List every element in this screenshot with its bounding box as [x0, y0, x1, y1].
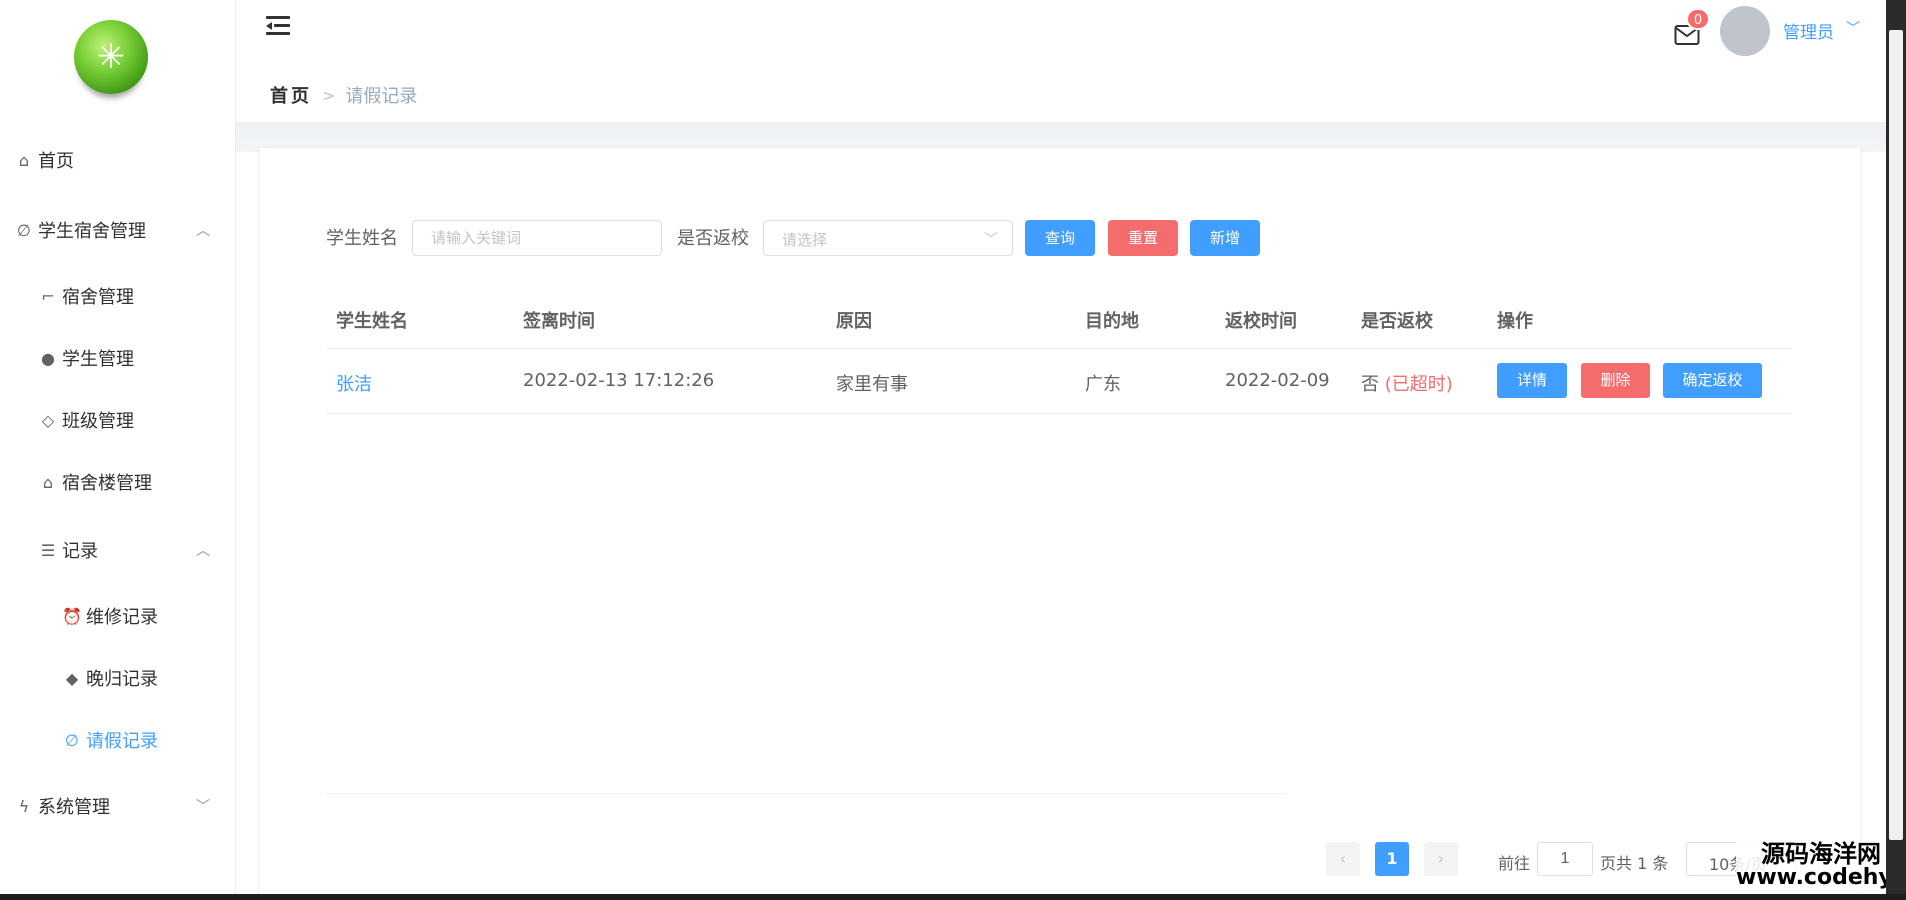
column-header: 签离时间: [523, 311, 595, 332]
column-header: 操作: [1497, 311, 1533, 332]
student-name-input[interactable]: [412, 220, 662, 256]
sidebar-item-home[interactable]: ⌂ 首页: [0, 140, 236, 180]
sidebar-item-label: 宿舍楼管理: [62, 473, 152, 494]
sidebar-item-system[interactable]: ϟ 系统管理 ﹀: [0, 786, 236, 826]
returned-select-placeholder: 请选择: [782, 231, 828, 249]
alarm-clock-icon: ⏰: [62, 606, 82, 626]
reason-cell: 家里有事: [836, 374, 908, 395]
sidebar-item-late-records[interactable]: ◆ 晚归记录: [0, 658, 236, 698]
chevron-up-icon: ︿: [196, 223, 210, 239]
goto-label: 前往: [1498, 854, 1531, 873]
app-logo: ✳: [74, 20, 148, 94]
home-icon: ⌂: [18, 150, 30, 170]
window-scrollbar-thumb[interactable]: [1889, 30, 1903, 840]
lightning-icon: ϟ: [18, 796, 30, 816]
notification-badge: 0: [1686, 8, 1710, 30]
sidebar-item-repair-records[interactable]: ⏰ 维修记录: [0, 596, 236, 636]
column-header: 是否返校: [1361, 311, 1433, 332]
sidebar-item-label: 宿舍管理: [62, 287, 134, 308]
watermark-line1: 源码海洋网: [1761, 840, 1881, 868]
detail-button[interactable]: 详情: [1497, 363, 1567, 398]
overtime-status: (已超时): [1384, 374, 1453, 395]
leave-time-cell: 2022-02-13 17:12:26: [523, 370, 715, 391]
sidebar-item-label: 学生宿舍管理: [38, 221, 146, 242]
sidebar-item-records[interactable]: ☰ 记录 ︿: [0, 530, 236, 570]
bottom-edge: [0, 894, 1906, 900]
document-icon: ☰: [40, 540, 56, 560]
reset-button[interactable]: 重置: [1108, 220, 1178, 256]
table-header-divider: [326, 348, 1792, 349]
sidebar-item-label: 学生管理: [62, 349, 134, 370]
crop-icon: ⌐: [41, 286, 55, 306]
paperclip-icon: ∅: [65, 730, 79, 750]
column-header: 学生姓名: [336, 311, 408, 332]
sidebar: ✳ ⌂ 首页 ∅ 学生宿舍管理 ︿ ⌐ 宿舍管理 ● 学生管理 ◇ 班级管理 ⌂…: [0, 0, 236, 900]
confirm-return-button[interactable]: 确定返校: [1663, 363, 1762, 398]
return-time-cell: 2022-02-09: [1225, 370, 1330, 391]
goto-page-input[interactable]: [1537, 842, 1593, 876]
column-header: 原因: [836, 311, 872, 332]
chevron-down-icon: ﹀: [196, 799, 210, 815]
column-header: 返校时间: [1225, 311, 1297, 332]
content-card: [260, 148, 1860, 900]
chevron-up-icon: ︿: [196, 543, 210, 559]
user-name-dropdown[interactable]: 管理员: [1783, 18, 1834, 43]
returned-value: 否: [1361, 374, 1379, 395]
column-header: 目的地: [1085, 311, 1139, 332]
sidebar-item-students[interactable]: ● 学生管理: [0, 338, 236, 378]
delete-button[interactable]: 删除: [1581, 363, 1650, 398]
sidebar-item-label: 首页: [38, 151, 74, 172]
prev-page-button[interactable]: ‹: [1326, 842, 1360, 876]
watermark: 源码海洋网 www.codehy.com: [1736, 842, 1906, 890]
avatar[interactable]: [1720, 6, 1770, 56]
returned-label: 是否返校: [677, 228, 749, 249]
returned-select[interactable]: 请选择 ﹀: [763, 220, 1013, 256]
sidebar-item-label: 晚归记录: [86, 669, 158, 690]
breadcrumb-home[interactable]: 首页: [270, 82, 312, 108]
paperclip-icon: ∅: [17, 220, 31, 240]
breadcrumb: 首页 > 请假记录: [270, 82, 417, 108]
sidebar-item-buildings[interactable]: ⌂ 宿舍楼管理: [0, 462, 236, 502]
chevron-right-icon: >: [322, 85, 336, 105]
layers-icon: ◇: [41, 410, 55, 430]
sidebar-item-label: 维修记录: [86, 607, 158, 628]
destination-cell: 广东: [1085, 374, 1121, 395]
next-page-button[interactable]: ›: [1424, 842, 1458, 876]
table-scroll-divider: [326, 793, 1286, 794]
sidebar-item-dorms[interactable]: ⌐ 宿舍管理: [0, 276, 236, 316]
chevron-down-icon: ﹀: [984, 232, 998, 248]
breadcrumb-current: 请假记录: [345, 86, 418, 107]
sidebar-item-label: 记录: [62, 541, 98, 562]
table-row-divider: [326, 413, 1792, 414]
watermark-line2: www.codehy.com: [1736, 865, 1906, 890]
student-name-label: 学生姓名: [326, 228, 398, 249]
query-button[interactable]: 查询: [1025, 220, 1095, 256]
sidebar-item-leave-records[interactable]: ∅ 请假记录: [0, 720, 236, 760]
total-label: 页共 1 条: [1600, 854, 1669, 873]
tag-icon: ◆: [65, 668, 79, 688]
sidebar-item-label: 系统管理: [38, 797, 110, 818]
sidebar-item-label: 请假记录: [86, 731, 158, 752]
sidebar-item-dorm-management[interactable]: ∅ 学生宿舍管理 ︿: [0, 210, 236, 250]
user-icon: ●: [41, 348, 55, 368]
sidebar-item-label: 班级管理: [62, 411, 134, 432]
menu-toggle-icon[interactable]: [266, 14, 292, 38]
returned-cell: 否 (已超时): [1361, 370, 1453, 396]
chevron-down-icon[interactable]: ﹀: [1846, 18, 1860, 38]
house-icon: ⌂: [42, 472, 54, 492]
add-button[interactable]: 新增: [1190, 220, 1260, 256]
sidebar-item-classes[interactable]: ◇ 班级管理: [0, 400, 236, 440]
student-name-cell[interactable]: 张洁: [336, 370, 372, 396]
page-number-button[interactable]: 1: [1375, 842, 1409, 876]
